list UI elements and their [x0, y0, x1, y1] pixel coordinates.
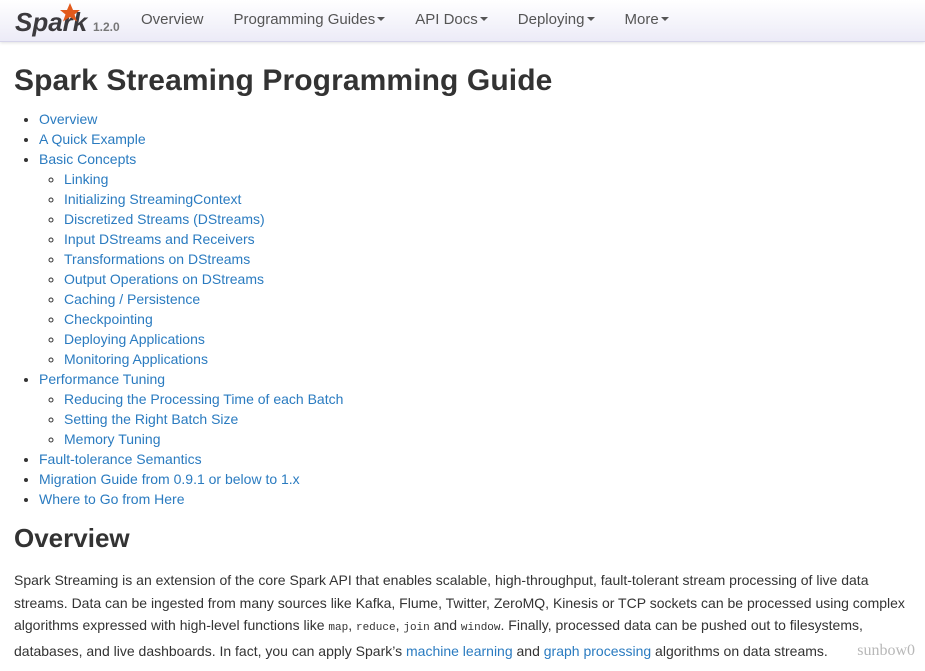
- code-join: join: [403, 622, 430, 634]
- nav-deploying-label: Deploying: [517, 11, 585, 28]
- toc-link-where-to-go[interactable]: Where to Go from Here: [39, 491, 185, 507]
- nav-programming-guides-label: Programming Guides: [233, 11, 376, 28]
- section-heading-overview: Overview: [14, 523, 130, 553]
- nav-more[interactable]: More: [610, 3, 684, 38]
- nav-api-docs-label: API Docs: [415, 11, 478, 28]
- overview-paragraph: Spark Streaming is an extension of the c…: [14, 569, 919, 662]
- toc-sublist-basic-concepts: Linking Initializing StreamingContext Di…: [39, 169, 919, 369]
- toc-link-overview[interactable]: Overview: [39, 111, 97, 127]
- toc-subitem: Reducing the Processing Time of each Bat…: [64, 389, 919, 409]
- toc-link-performance-tuning[interactable]: Performance Tuning: [39, 371, 165, 387]
- toc-link-caching-persistence[interactable]: Caching / Persistence: [64, 291, 200, 307]
- toc-item: Fault-tolerance Semantics: [39, 449, 919, 469]
- toc-subitem: Linking: [64, 169, 919, 189]
- toc-item: Overview: [39, 109, 919, 129]
- toc-item: Basic Concepts Linking Initializing Stre…: [39, 149, 919, 369]
- nav-programming-guides[interactable]: Programming Guides: [219, 3, 401, 38]
- brand[interactable]: Spark 1.2.0: [14, 0, 126, 41]
- code-map: map: [328, 622, 349, 634]
- nav-overview[interactable]: Overview: [126, 3, 219, 38]
- toc-link-linking[interactable]: Linking: [64, 171, 108, 187]
- version-label: 1.2.0: [93, 20, 120, 34]
- chevron-down-icon: [586, 17, 595, 22]
- chevron-down-icon: [479, 17, 488, 22]
- overview-text-4: algorithms on data streams.: [651, 642, 828, 659]
- toc-link-input-dstreams[interactable]: Input DStreams and Receivers: [64, 231, 255, 247]
- toc-link-batch-size[interactable]: Setting the Right Batch Size: [64, 411, 238, 427]
- toc-link-checkpointing[interactable]: Checkpointing: [64, 311, 153, 327]
- code-reduce: reduce: [355, 622, 396, 634]
- toc-subitem: Setting the Right Batch Size: [64, 409, 919, 429]
- link-machine-learning[interactable]: machine learning: [406, 643, 513, 659]
- main-content: Spark Streaming Programming Guide Overvi…: [14, 41, 919, 662]
- toc-subitem: Caching / Persistence: [64, 289, 919, 309]
- toc-link-quick-example[interactable]: A Quick Example: [39, 131, 146, 147]
- main-nav: Overview Programming Guides API Docs Dep…: [126, 0, 684, 41]
- chevron-down-icon: [660, 17, 669, 22]
- watermark: sunbow0: [857, 642, 915, 659]
- toc-link-reducing-processing-time[interactable]: Reducing the Processing Time of each Bat…: [64, 391, 343, 407]
- chevron-down-icon: [377, 17, 386, 22]
- toc-link-basic-concepts[interactable]: Basic Concepts: [39, 151, 136, 167]
- toc-subitem: Output Operations on DStreams: [64, 269, 919, 289]
- nav-overview-label: Overview: [141, 11, 204, 28]
- toc-sublist-performance-tuning: Reducing the Processing Time of each Bat…: [39, 389, 919, 449]
- spark-logo-icon: Spark: [15, 3, 89, 37]
- top-navbar: Spark 1.2.0 Overview Programming Guides …: [0, 0, 925, 42]
- toc-link-memory-tuning[interactable]: Memory Tuning: [64, 431, 160, 447]
- toc-link-transformations[interactable]: Transformations on DStreams: [64, 251, 250, 267]
- toc-link-migration-guide[interactable]: Migration Guide from 0.9.1 or below to 1…: [39, 471, 300, 487]
- toc-subitem: Deploying Applications: [64, 329, 919, 349]
- link-graph-processing[interactable]: graph processing: [544, 643, 651, 659]
- overview-text-3: and: [512, 642, 544, 659]
- toc-subitem: Discretized Streams (DStreams): [64, 209, 919, 229]
- toc-item: Where to Go from Here: [39, 489, 919, 509]
- toc-subitem: Memory Tuning: [64, 429, 919, 449]
- nav-deploying[interactable]: Deploying: [503, 3, 610, 38]
- toc-link-discretized-streams[interactable]: Discretized Streams (DStreams): [64, 211, 265, 227]
- overview-sep-1: ,: [348, 617, 356, 633]
- toc-item: A Quick Example: [39, 129, 919, 149]
- toc-subitem: Initializing StreamingContext: [64, 189, 919, 209]
- page-title: Spark Streaming Programming Guide: [14, 64, 553, 97]
- toc-link-initializing-streamingcontext[interactable]: Initializing StreamingContext: [64, 191, 241, 207]
- toc-link-deploying-applications[interactable]: Deploying Applications: [64, 331, 205, 347]
- toc-link-monitoring-applications[interactable]: Monitoring Applications: [64, 351, 208, 367]
- nav-more-label: More: [624, 11, 659, 28]
- table-of-contents: Overview A Quick Example Basic Concepts …: [14, 109, 919, 509]
- toc-item: Migration Guide from 0.9.1 or below to 1…: [39, 469, 919, 489]
- nav-api-docs[interactable]: API Docs: [400, 3, 503, 38]
- overview-sep-3: and: [429, 617, 461, 633]
- code-window: window: [460, 622, 501, 634]
- toc-subitem: Input DStreams and Receivers: [64, 229, 919, 249]
- toc-item: Performance Tuning Reducing the Processi…: [39, 369, 919, 449]
- toc-link-output-operations[interactable]: Output Operations on DStreams: [64, 271, 264, 287]
- toc-subitem: Transformations on DStreams: [64, 249, 919, 269]
- toc-subitem: Checkpointing: [64, 309, 919, 329]
- toc-subitem: Monitoring Applications: [64, 349, 919, 369]
- toc-link-fault-tolerance[interactable]: Fault-tolerance Semantics: [39, 451, 202, 467]
